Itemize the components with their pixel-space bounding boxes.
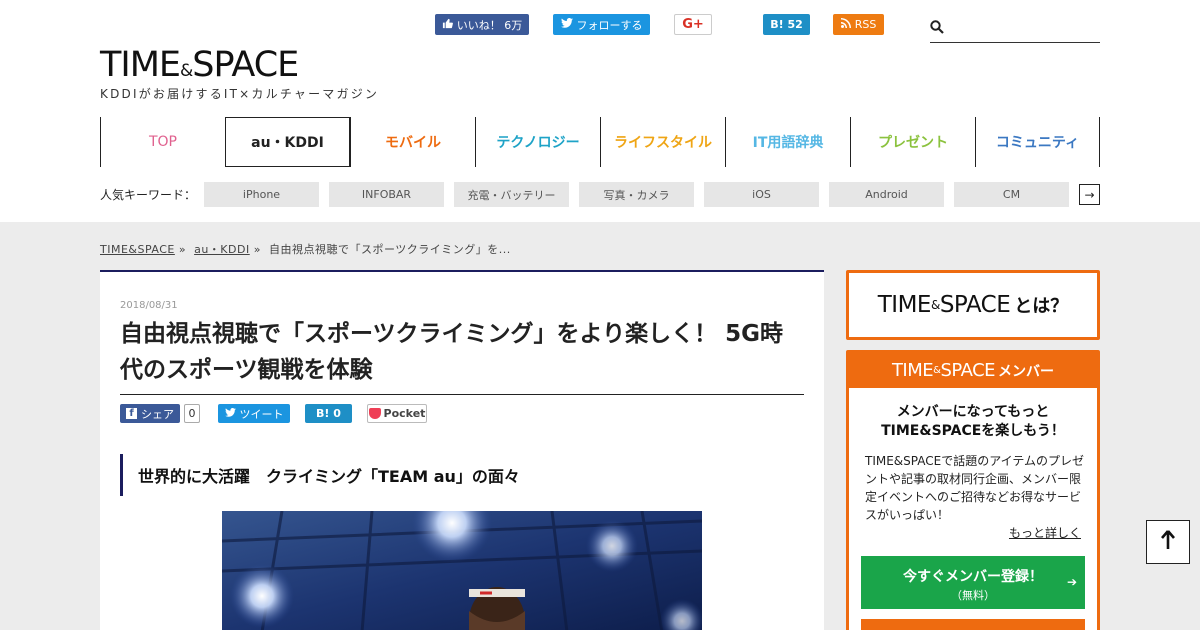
breadcrumb: TIME&SPACE» au・KDDI» 自由視点視聴で「スポーツクライミング」… [100,241,511,257]
nav-item-label: コミュニティ [995,135,1080,151]
nav-item-label: au・KDDI [251,135,324,151]
logo-text-time: TIME [100,45,181,85]
facebook-icon: f [126,408,137,419]
breadcrumb-current: 自由視点視聴で「スポーツクライミング」を... [268,243,511,256]
member-panel: TIME & SPACE メンバー メンバーになってもっと TIME&SPACEを楽し… [846,350,1100,630]
keyword-tag[interactable]: CM [954,182,1069,207]
about-logo-ampersand: & [930,298,940,312]
hatena-share-button[interactable]: B! 0 [305,404,352,423]
facebook-share-button[interactable]: f シェア [120,404,180,423]
breadcrumb-category-link[interactable]: au・KDDI [194,243,250,256]
search-icon[interactable] [930,19,944,34]
search-box [930,15,1100,43]
rss-icon [840,18,851,31]
pocket-icon [368,408,381,419]
nav-item-au-kddi[interactable]: au・KDDI [225,117,350,167]
article-title: 自由視点視聴で「スポーツクライミング」をより楽しく！ 5G時代のスポーツ観戦を体… [120,316,804,395]
about-logo-space: SPACE [939,292,1011,318]
nav-item-label: ライフスタイル [614,135,712,151]
googleplus-button[interactable]: G+ [674,14,712,35]
keyword-tag[interactable]: 写真・カメラ [579,182,694,207]
logo-ampersand: & [180,61,193,81]
tweet-button[interactable]: ツイート [218,404,290,423]
member-catch-line-2: TIME&SPACEを楽しもう！ [881,423,1065,439]
pocket-label: Pocket [383,407,426,420]
article-date: 2018/08/31 [120,300,178,311]
breadcrumb-home-link[interactable]: TIME&SPACE [100,243,175,256]
twitter-follow-label: フォローする [576,18,643,32]
arrow-right-icon: ➔ [1066,575,1077,589]
facebook-share-label: シェア [141,407,174,421]
member-logo-time: TIME [891,360,934,381]
popular-keywords-label: 人気キーワード： [100,188,197,202]
pocket-button[interactable]: Pocket [367,404,427,423]
thumbs-up-icon [442,18,453,32]
member-more-link[interactable]: もっと詳しく [1009,524,1081,541]
logo-text-space: SPACE [192,45,299,85]
tweet-label: ツイート [239,407,284,421]
facebook-share-count: 0 [184,404,200,423]
facebook-like-button[interactable]: いいね！ 6万 [435,14,529,35]
breadcrumb-separator: » [253,243,261,256]
keyword-tag[interactable]: iOS [704,182,819,207]
popular-keywords: 人気キーワード： iPhone INFOBAR 充電・バッテリー 写真・カメラ … [100,182,1100,207]
keyword-tag[interactable]: 充電・バッテリー [454,182,569,207]
arrow-up-icon [1161,530,1175,554]
nav-item-community[interactable]: コミュニティ [975,117,1100,167]
member-register-button[interactable]: 今すぐメンバー登録！ （無料） ➔ [861,556,1085,609]
rss-label: RSS [854,18,877,31]
rss-button[interactable]: RSS [833,14,884,35]
keyword-tag[interactable]: INFOBAR [329,182,444,207]
member-catchcopy: メンバーになってもっと TIME&SPACEを楽しもう！ [849,403,1097,441]
nav-item-mobile[interactable]: モバイル [350,117,475,167]
member-panel-header: TIME & SPACE メンバー [849,353,1097,388]
twitter-follow-button[interactable]: フォローする [553,14,650,35]
member-description: TIME&SPACEで話題のアイテムのプレゼントや記事の取材同行企画、メンバー限… [865,454,1085,522]
keywords-more-arrow-icon[interactable]: → [1079,184,1100,205]
nav-item-label: テクノロジー [496,135,580,151]
nav-item-label: IT用語辞典 [752,135,824,151]
member-catch-line-1: メンバーになってもっと [896,404,1050,420]
site-tagline: KDDIがお届けするIT×カルチャーマガジン [100,87,380,101]
site-header: いいね！ 6万 フォローする G+ B! 52 RSS TIME&SPACE K… [0,0,1200,222]
member-logo-space: SPACE [940,360,996,381]
article: 2018/08/31 自由視点視聴で「スポーツクライミング」をより楽しく！ 5G… [100,270,824,630]
breadcrumb-separator: » [178,243,187,256]
member-header-suffix: メンバー [998,363,1055,380]
nav-item-it-dictionary[interactable]: IT用語辞典 [725,117,850,167]
twitter-bird-icon [224,407,236,420]
twitter-bird-icon [560,18,573,31]
member-register-sub: （無料） [951,589,995,602]
back-to-top-button[interactable] [1146,520,1190,564]
nav-item-label: TOP [148,134,177,150]
keyword-tag[interactable]: iPhone [204,182,319,207]
facebook-like-label: いいね！ 6万 [456,18,523,32]
about-banner[interactable]: TIME & SPACE とは？ [846,270,1100,340]
about-logo-time: TIME [877,292,932,318]
nav-item-label: プレゼント [878,135,948,151]
member-login-button[interactable] [861,619,1085,630]
member-register-label: 今すぐメンバー登録！ [903,569,1043,585]
nav-item-label: モバイル [385,135,441,151]
nav-item-technology[interactable]: テクノロジー [475,117,600,167]
global-nav: TOP au・KDDI モバイル テクノロジー ライフスタイル IT用語辞典 プ… [100,117,1100,167]
hatena-bookmark-button[interactable]: B! 52 [763,14,810,35]
article-photo [222,511,702,630]
about-suffix: とは？ [1014,296,1069,317]
keyword-tag[interactable]: Android [829,182,944,207]
search-input[interactable] [950,17,1098,39]
nav-item-present[interactable]: プレゼント [850,117,975,167]
section-heading: 世界的に大活躍 クライミング「TEAM au」の面々 [120,454,804,496]
nav-item-lifestyle[interactable]: ライフスタイル [600,117,725,167]
member-logo-ampersand: & [933,365,941,376]
nav-item-top[interactable]: TOP [100,117,225,167]
